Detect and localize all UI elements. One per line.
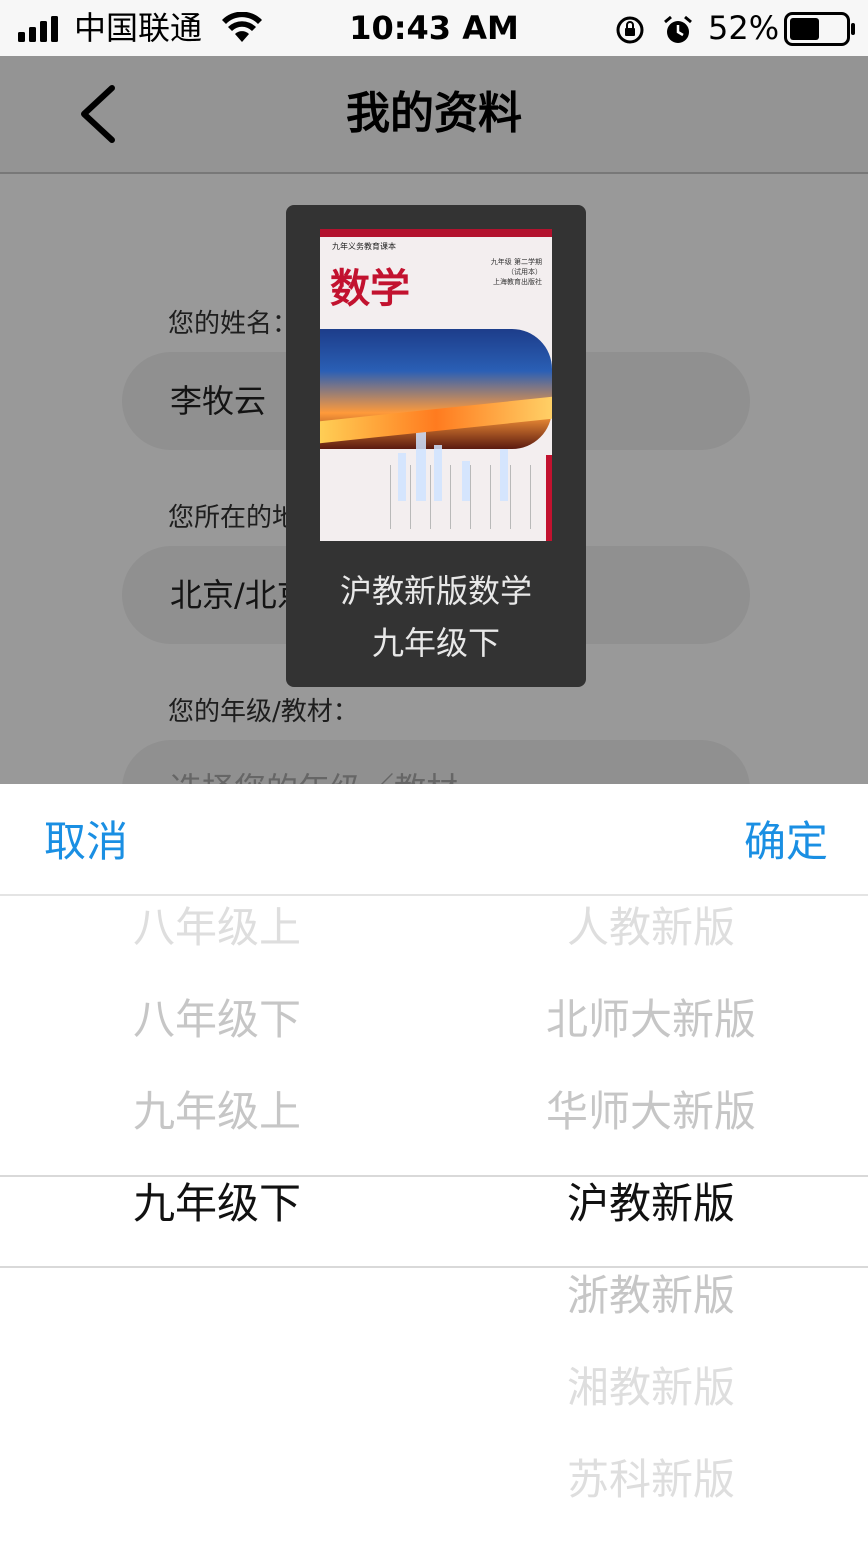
grade-option[interactable]: 九年级上 (0, 1082, 434, 1142)
edition-option[interactable]: 北师大新版 (434, 990, 868, 1050)
cover-building (462, 461, 470, 501)
battery-percent: 52% (708, 9, 780, 47)
cover-publisher: 上海教育出版社 (493, 278, 542, 286)
toast-caption: 沪教新版数学 九年级下 (286, 565, 586, 669)
cover-edition-note: （试用本） (507, 268, 542, 276)
edition-wheel[interactable]: 人教新版 北师大新版 华师大新版 沪教新版 浙教新版 湘教新版 苏科新版 (434, 896, 868, 1543)
cover-text-column (390, 465, 391, 529)
grade-wheel[interactable]: 八年级上 八年级下 九年级上 九年级下 (0, 896, 434, 1543)
cover-subject-title: 数学 (330, 266, 410, 312)
cover-text-column (530, 465, 531, 529)
rotation-lock-icon (616, 16, 644, 44)
toast-caption-line2: 九年级下 (371, 624, 500, 662)
edition-option[interactable]: 湘教新版 (434, 1358, 868, 1418)
grade-option[interactable]: 八年级上 (0, 898, 434, 958)
cover-grade-info: 九年级 第二学期 （试用本） 上海教育出版社 (460, 257, 542, 287)
textbook-preview-toast: 九年义务教育课本 数学 九年级 第二学期 （试用本） 上海教育出版社 沪教新版数… (286, 205, 586, 687)
edition-option[interactable]: 浙教新版 (434, 1266, 868, 1326)
cover-text-column (510, 465, 511, 529)
grade-option-selected[interactable]: 九年级下 (0, 1174, 434, 1234)
edition-option[interactable]: 苏科新版 (434, 1450, 868, 1510)
cover-text-column (410, 465, 411, 529)
cover-building (434, 445, 442, 501)
edition-option-selected[interactable]: 沪教新版 (434, 1174, 868, 1234)
cover-side-stripe (546, 455, 552, 541)
confirm-button[interactable]: 确定 (744, 814, 828, 870)
textbook-cover-image: 九年义务教育课本 数学 九年级 第二学期 （试用本） 上海教育出版社 (320, 229, 552, 541)
cover-series-text: 九年义务教育课本 (332, 242, 396, 251)
cover-building (500, 449, 508, 501)
cover-grade-text: 九年级 第二学期 (490, 258, 542, 266)
status-bar: 中国联通 10:43 AM 52% (0, 0, 868, 56)
edition-option[interactable]: 人教新版 (434, 898, 868, 958)
cover-text-column (470, 465, 471, 529)
cover-text-column (450, 465, 451, 529)
edition-option[interactable]: 华师大新版 (434, 1082, 868, 1142)
picker-toolbar: 取消 确定 (0, 784, 868, 896)
cover-text-column (490, 465, 491, 529)
cover-building (398, 453, 406, 501)
cover-building (416, 427, 426, 501)
cancel-button[interactable]: 取消 (44, 814, 128, 870)
toast-caption-line1: 沪教新版数学 (339, 572, 532, 610)
cover-top-stripe (320, 229, 552, 237)
battery-icon (784, 12, 855, 46)
grade-option[interactable]: 八年级下 (0, 990, 434, 1050)
alarm-clock-icon (664, 15, 692, 43)
cover-text-column (430, 465, 431, 529)
grade-textbook-picker: 取消 确定 八年级上 八年级下 九年级上 九年级下 人教新版 北师大新版 华师大… (0, 784, 868, 1543)
